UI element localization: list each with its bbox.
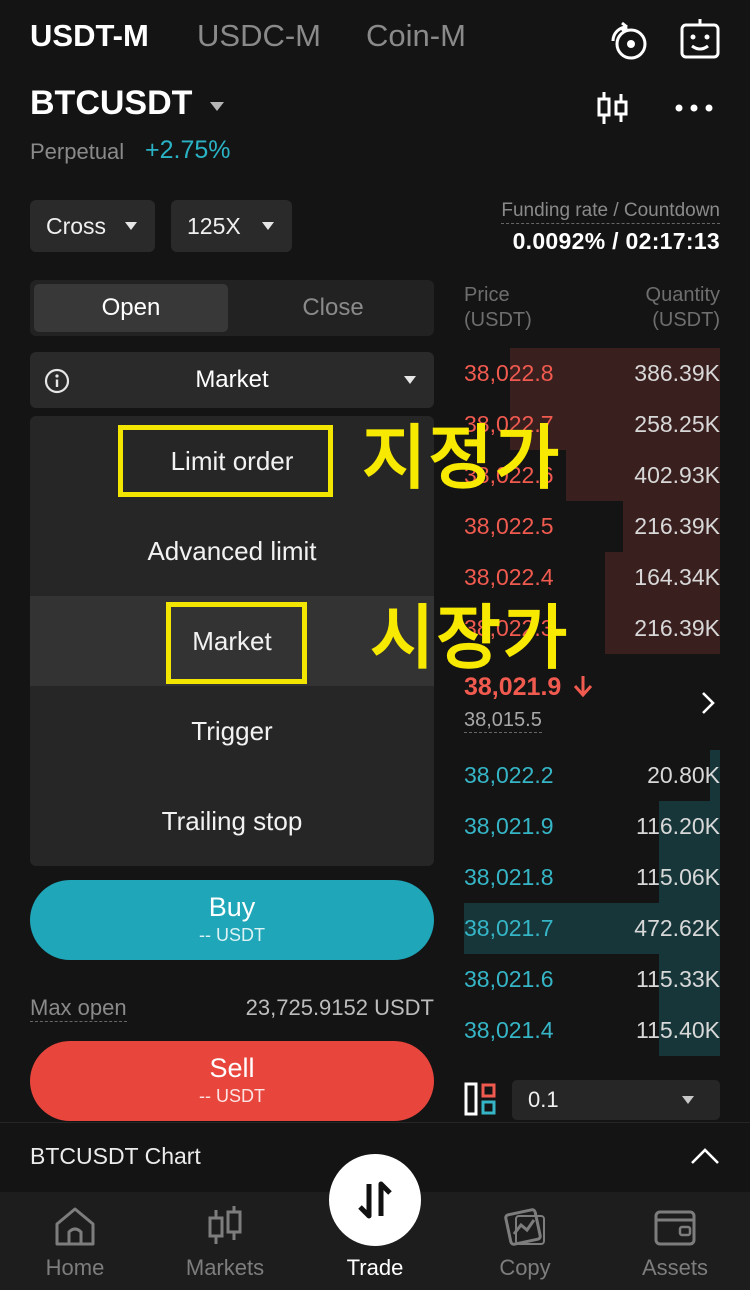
bid-row[interactable]: 38,021.8 115.06K: [464, 852, 720, 903]
open-tab[interactable]: Open: [34, 284, 228, 332]
order-type-select[interactable]: Market: [30, 352, 434, 408]
more-icon[interactable]: [672, 96, 716, 120]
quantity-header-title: Quantity: [645, 284, 720, 306]
ask-quantity: 386.39K: [634, 360, 720, 386]
bid-quantity: 115.06K: [636, 864, 720, 890]
bid-price: 38,021.4: [464, 1017, 554, 1043]
margin-mode-select[interactable]: Cross: [30, 200, 155, 252]
close-tab[interactable]: Close: [236, 284, 430, 332]
limit-korean-label: 지정가: [362, 417, 562, 499]
bid-price: 38,021.8: [464, 864, 554, 890]
symbol-title[interactable]: BTCUSDT: [30, 84, 192, 123]
chevron-down-icon: [682, 1096, 694, 1104]
ask-row[interactable]: 38,022.5 216.39K: [464, 501, 720, 552]
ask-row[interactable]: 38,022.8 386.39K: [464, 348, 720, 399]
chart-bar-label: BTCUSDT Chart: [30, 1143, 201, 1169]
funding-label[interactable]: Funding rate / Countdown: [501, 200, 720, 224]
nav-copy-label: Copy: [499, 1255, 551, 1280]
quantity-header-unit: (USDT): [652, 309, 720, 331]
bid-price: 38,021.9: [464, 813, 554, 839]
sell-button[interactable]: Sell -- USDT: [30, 1041, 434, 1121]
price-header-unit: (USDT): [464, 309, 532, 331]
bid-quantity: 472.62K: [634, 915, 720, 941]
nav-home-label: Home: [45, 1255, 105, 1280]
copy-icon: [504, 1208, 545, 1246]
chevron-down-icon: [262, 222, 274, 230]
bid-quantity: 116.20K: [636, 813, 720, 839]
trade-icon: [358, 1181, 392, 1219]
sell-label: Sell: [209, 1053, 255, 1083]
nav-copy[interactable]: Copy: [450, 1192, 600, 1290]
margin-mode-label: Cross: [46, 212, 107, 239]
open-close-toggle: Open Close: [30, 280, 434, 336]
market-korean-label: 시장가: [370, 597, 570, 679]
bid-row[interactable]: 38,021.6 115.33K: [464, 954, 720, 1005]
leverage-select[interactable]: 125X: [171, 200, 292, 252]
chevron-up-icon[interactable]: [690, 1147, 720, 1165]
sell-amount: -- USDT: [199, 1086, 265, 1106]
ask-price: 38,022.5: [464, 513, 554, 539]
price-change: +2.75%: [145, 136, 231, 164]
max-open-value: 23,725.9152 USDT: [245, 995, 434, 1020]
bid-price: 38,022.2: [464, 762, 554, 788]
exchange-icon[interactable]: [606, 20, 650, 64]
ask-quantity: 402.93K: [634, 462, 720, 488]
trade-button[interactable]: [329, 1154, 421, 1246]
chevron-right-icon[interactable]: [696, 688, 720, 718]
ask-quantity: 216.39K: [634, 513, 720, 539]
buy-button[interactable]: Buy -- USDT: [30, 880, 434, 960]
bid-quantity: 115.33K: [636, 966, 720, 992]
ask-quantity: 164.34K: [634, 564, 720, 590]
nav-assets[interactable]: Assets: [600, 1192, 750, 1290]
bid-row[interactable]: 38,021.7 472.62K: [464, 903, 720, 954]
max-open-label[interactable]: Max open: [30, 995, 127, 1022]
candlestick-icon[interactable]: [594, 90, 632, 126]
tab-usdc-m[interactable]: USDC-M: [197, 18, 321, 54]
leverage-label: 125X: [187, 212, 241, 239]
nav-home[interactable]: Home: [0, 1192, 150, 1290]
arrow-down-icon: [574, 676, 593, 698]
tab-coin-m[interactable]: Coin-M: [366, 18, 466, 54]
buy-amount: -- USDT: [199, 925, 265, 945]
order-type-label: Market: [195, 366, 269, 393]
mark-price[interactable]: 38,015.5: [464, 709, 542, 733]
nav-markets-label: Markets: [185, 1255, 265, 1280]
nav-assets-label: Assets: [641, 1255, 709, 1280]
tab-usdt-m[interactable]: USDT-M: [30, 18, 149, 54]
bid-row[interactable]: 38,021.9 116.20K: [464, 801, 720, 852]
markets-icon: [208, 1206, 242, 1244]
ask-quantity: 216.39K: [634, 615, 720, 641]
chevron-down-icon: [125, 222, 137, 230]
buy-label: Buy: [208, 892, 256, 922]
bid-quantity: 115.40K: [636, 1017, 720, 1043]
nav-trade-label: Trade: [346, 1255, 404, 1280]
info-icon[interactable]: [44, 368, 70, 401]
chevron-down-icon: [404, 376, 416, 384]
precision-value: 0.1: [528, 1087, 559, 1112]
bid-row[interactable]: 38,021.4 115.40K: [464, 1005, 720, 1056]
option-trigger[interactable]: Trigger: [30, 686, 434, 776]
market-highlight-box: [166, 602, 307, 684]
funding-value: 0.0092% / 02:17:13: [512, 228, 720, 254]
price-header: Price (USDT): [464, 283, 532, 333]
home-icon: [55, 1207, 95, 1246]
ask-quantity: 258.25K: [634, 411, 720, 437]
symbol-caret-icon[interactable]: [210, 102, 224, 111]
wallet-icon: [654, 1210, 696, 1246]
ask-price: 38,022.8: [464, 360, 554, 386]
contract-type: Perpetual: [30, 139, 125, 164]
bid-quantity: 20.80K: [647, 762, 720, 788]
quantity-header: Quantity (USDT): [646, 283, 720, 333]
price-header-title: Price: [464, 284, 510, 306]
option-trailing-stop[interactable]: Trailing stop: [30, 776, 434, 866]
limit-order-highlight-box: [118, 425, 333, 497]
bid-price: 38,021.7: [464, 915, 554, 941]
assistant-icon[interactable]: [678, 18, 722, 62]
book-layout-icon[interactable]: [464, 1082, 498, 1116]
bid-price: 38,021.6: [464, 966, 554, 992]
nav-markets[interactable]: Markets: [150, 1192, 300, 1290]
bid-row[interactable]: 38,022.2 20.80K: [464, 750, 720, 801]
precision-select[interactable]: 0.1: [512, 1080, 720, 1120]
